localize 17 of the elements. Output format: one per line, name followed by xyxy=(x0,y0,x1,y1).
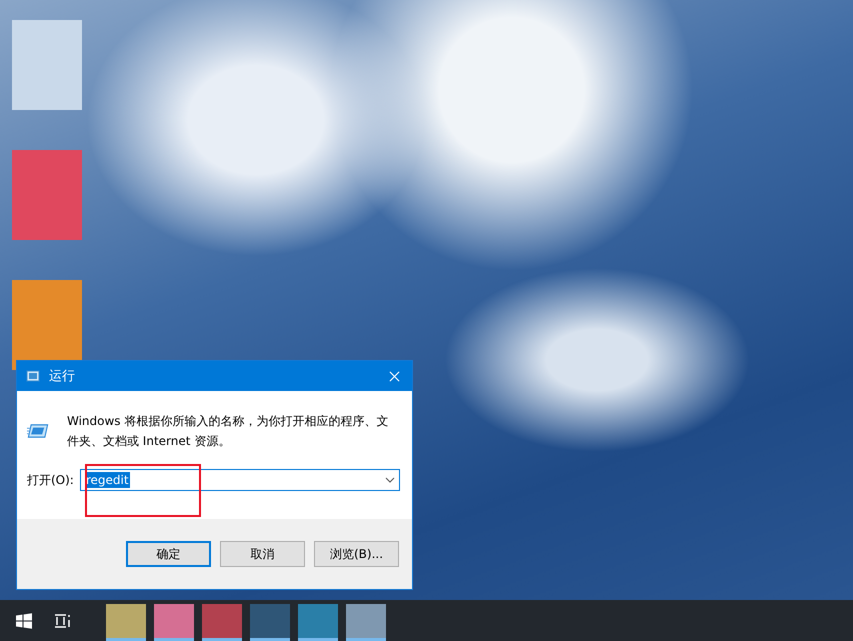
run-icon xyxy=(25,368,41,384)
dialog-button[interactable]: 浏览(B)... xyxy=(314,541,399,567)
close-icon[interactable] xyxy=(389,370,400,382)
blurred-taskbar-app[interactable] xyxy=(154,604,194,641)
blurred-desktop-icon[interactable] xyxy=(12,280,82,370)
task-view-icon[interactable] xyxy=(54,612,72,628)
open-label: 打开(O): xyxy=(27,472,74,488)
windows-start-icon[interactable] xyxy=(16,612,32,628)
command-combobox[interactable]: regedit xyxy=(80,469,400,491)
dialog-button[interactable]: 确定 xyxy=(126,541,211,567)
dialog-button[interactable]: 取消 xyxy=(220,541,305,567)
dropdown-caret-icon[interactable] xyxy=(385,477,395,483)
blurred-taskbar-app[interactable] xyxy=(298,604,338,641)
blurred-taskbar-app[interactable] xyxy=(202,604,242,641)
blurred-taskbar-app[interactable] xyxy=(250,604,290,641)
window-title: 运行 xyxy=(49,368,76,385)
description-text: Windows 将根据你所输入的名称，为你打开相应的程序、文件夹、文档或 Internet 资源。 xyxy=(66,413,390,450)
